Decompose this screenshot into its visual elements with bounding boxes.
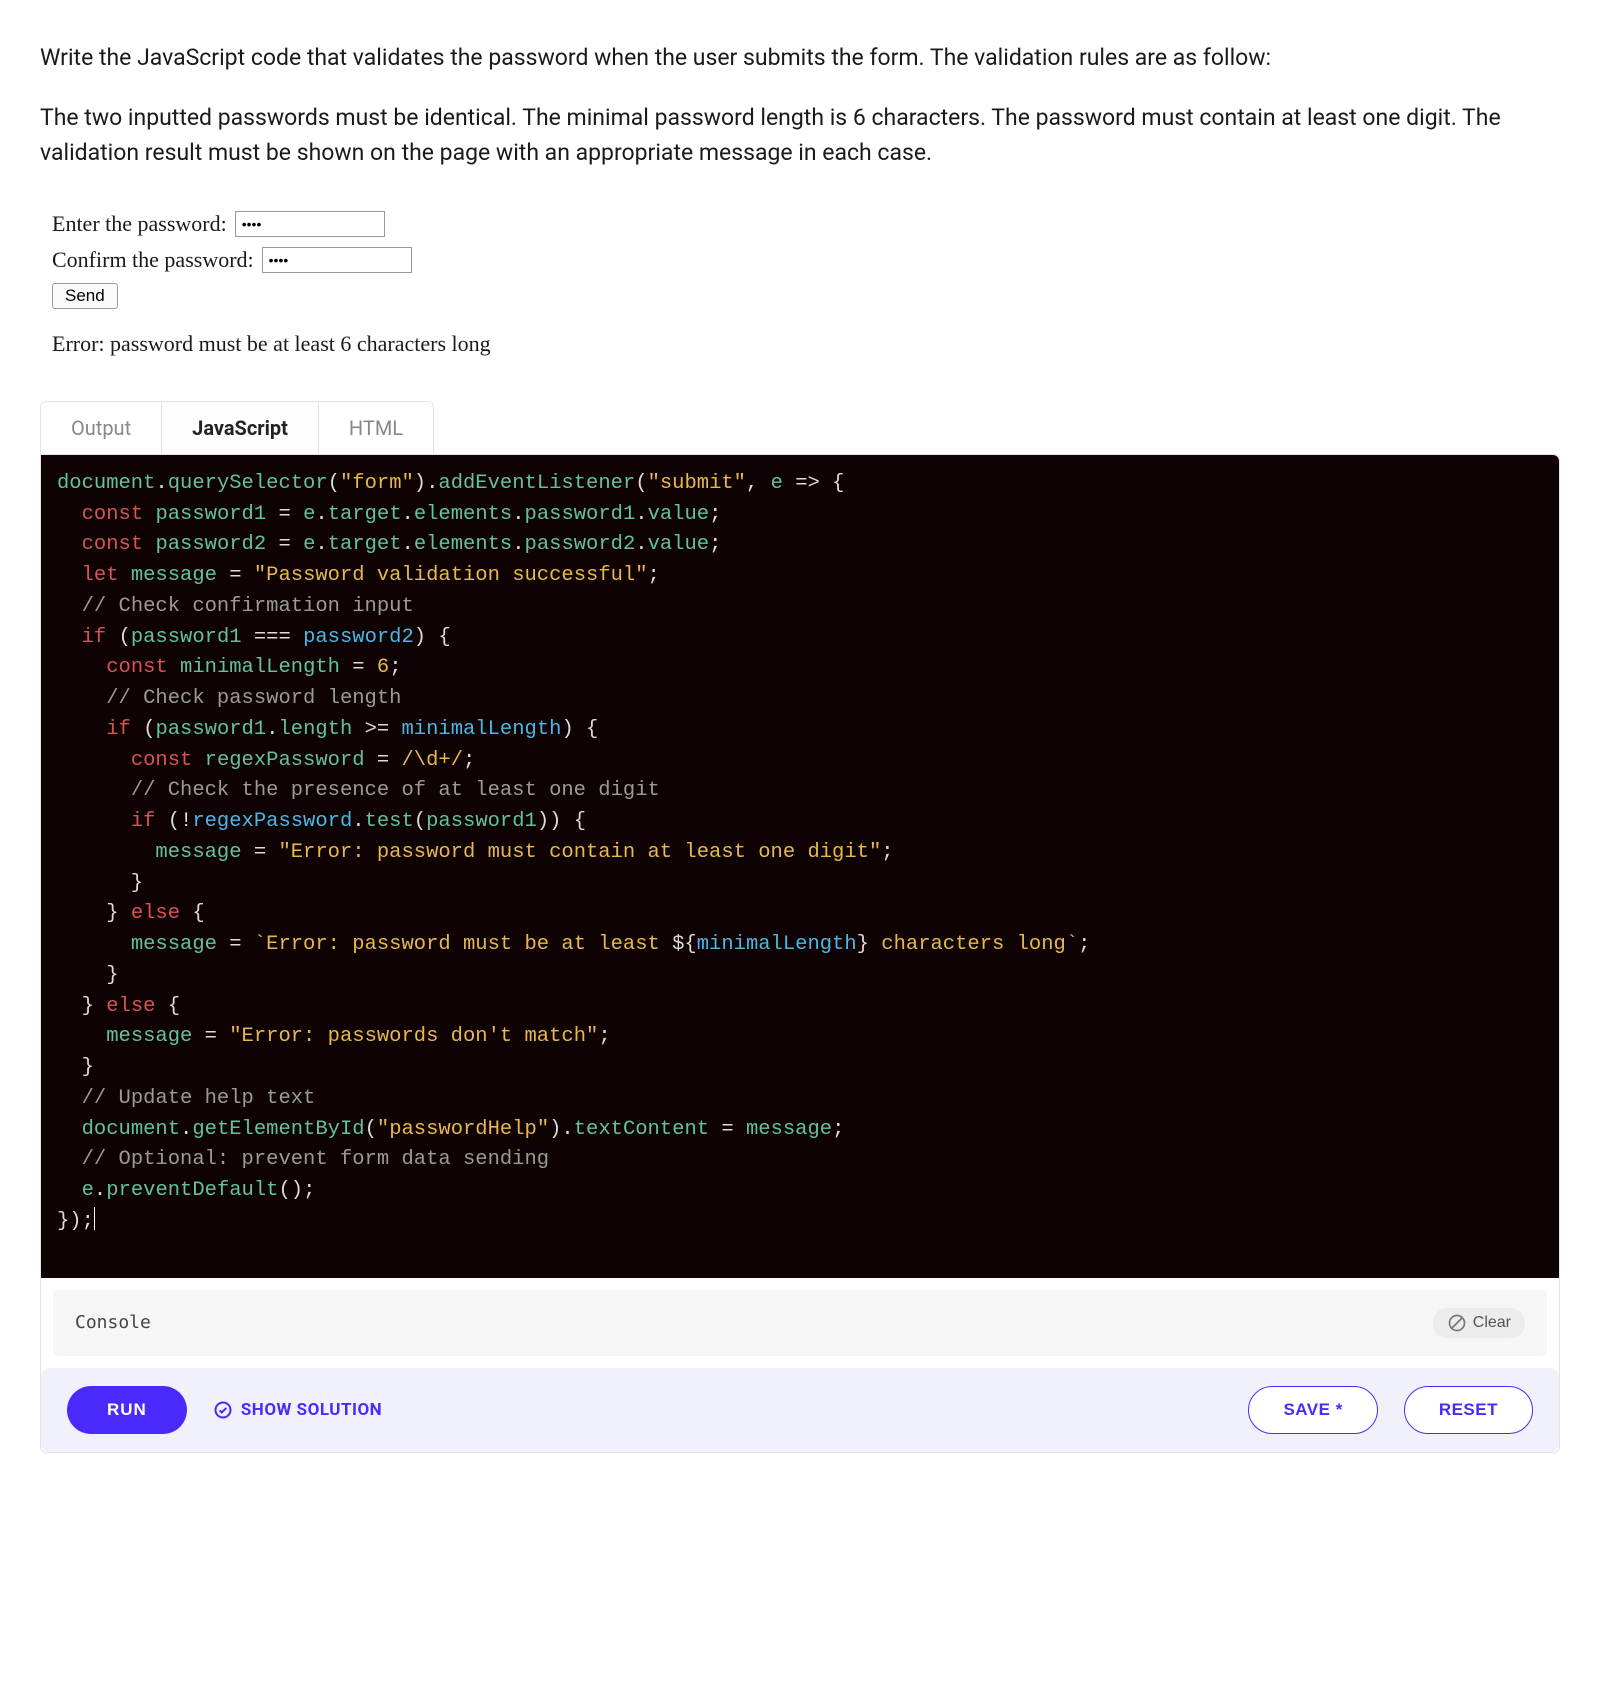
instructions-paragraph-1: Write the JavaScript code that validates… [40, 40, 1560, 76]
enter-password-label: Enter the password: [52, 211, 227, 237]
reset-button[interactable]: RESET [1404, 1386, 1533, 1434]
editor-tabs: Output JavaScript HTML [40, 401, 434, 454]
output-preview: Enter the password: Confirm the password… [40, 195, 1560, 371]
tab-html[interactable]: HTML [319, 402, 433, 454]
action-bar: RUN SHOW SOLUTION SAVE * RESET [41, 1368, 1559, 1452]
prohibit-icon [1447, 1313, 1467, 1333]
console-panel: Console Clear [53, 1290, 1547, 1356]
confirm-password-label: Confirm the password: [52, 247, 254, 273]
save-button[interactable]: SAVE * [1248, 1386, 1377, 1434]
password-input-2[interactable] [262, 247, 412, 273]
instructions-paragraph-2: The two inputted passwords must be ident… [40, 100, 1560, 171]
clear-label: Clear [1473, 1314, 1511, 1332]
password-help-text: Error: password must be at least 6 chara… [52, 331, 1548, 357]
run-button[interactable]: RUN [67, 1386, 187, 1434]
console-title: Console [75, 1312, 151, 1333]
tab-javascript[interactable]: JavaScript [162, 402, 319, 454]
password-input-1[interactable] [235, 211, 385, 237]
show-solution-label: SHOW SOLUTION [241, 1400, 382, 1420]
send-button[interactable]: Send [52, 283, 118, 309]
clear-console-button[interactable]: Clear [1433, 1308, 1525, 1338]
text-cursor [94, 1207, 95, 1230]
check-circle-icon [213, 1400, 233, 1420]
code-editor[interactable]: document.querySelector("form").addEventL… [41, 455, 1559, 1278]
show-solution-button[interactable]: SHOW SOLUTION [213, 1400, 382, 1420]
tab-output[interactable]: Output [41, 402, 162, 454]
